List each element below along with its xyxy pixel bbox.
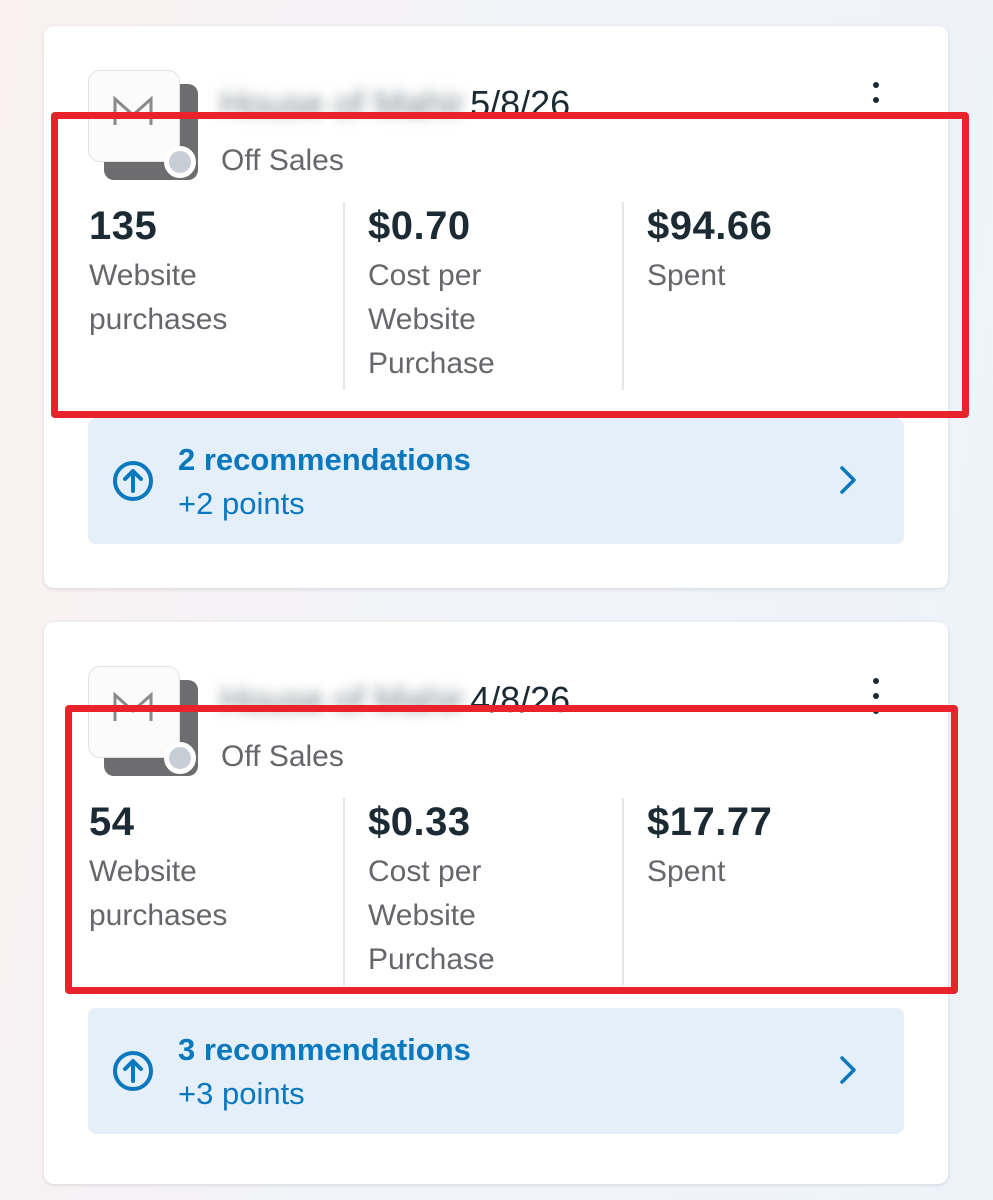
brand-logo-icon xyxy=(113,95,153,125)
campaign-card[interactable]: House of Mahir 5/8/26 Off Sales 135 Websi… xyxy=(44,26,948,588)
metric-divider xyxy=(343,202,345,390)
metric-cost-per-purchase: $0.70 Cost per Website Purchase xyxy=(368,202,628,386)
campaign-card[interactable]: House of Mahir 4/8/26 Off Sales 54 Websit… xyxy=(44,622,948,1184)
chevron-right-icon[interactable] xyxy=(838,1054,858,1086)
metric-label: Spent xyxy=(647,259,726,292)
recommendations-banner[interactable]: 3 recommendations +3 points xyxy=(88,1008,904,1134)
metric-spent: $17.77 Spent xyxy=(647,798,907,894)
campaign-header: House of Mahir 4/8/26 Off Sales xyxy=(44,622,948,782)
brand-logo-icon xyxy=(113,691,153,721)
campaign-name-blurred: House of Mahir xyxy=(220,83,465,124)
metric-divider xyxy=(622,202,624,390)
metric-divider xyxy=(343,798,345,986)
metric-value: $0.70 xyxy=(368,204,471,248)
metrics-row: 135 Website purchases $0.70 Cost per Web… xyxy=(44,202,948,392)
recommendations-title: 2 recommendations xyxy=(178,442,471,477)
arrow-up-circle-icon xyxy=(113,1051,153,1091)
metric-label: Spent xyxy=(647,855,726,888)
campaign-thumbnail[interactable] xyxy=(88,70,198,180)
metrics-row: 54 Website purchases $0.33 Cost per Webs… xyxy=(44,798,948,988)
recommendations-title: 3 recommendations xyxy=(178,1032,471,1067)
metric-value: $94.66 xyxy=(647,204,773,248)
metric-spent: $94.66 Spent xyxy=(647,202,907,298)
campaign-name-date: 5/8/26 xyxy=(470,83,571,124)
campaign-name[interactable]: House of Mahir 5/8/26 xyxy=(220,84,570,124)
metric-cost-per-purchase: $0.33 Cost per Website Purchase xyxy=(368,798,628,982)
metric-website-purchases: 135 Website purchases xyxy=(89,202,349,342)
delivery-status: Off Sales xyxy=(221,740,344,774)
objective-label: Sales xyxy=(268,144,344,177)
metric-value: $17.77 xyxy=(647,800,773,844)
status-dot-icon xyxy=(164,146,196,178)
campaign-name-date: 4/8/26 xyxy=(470,679,571,720)
thumbnail-image xyxy=(88,70,180,162)
status-label: Off xyxy=(221,144,261,177)
metric-label: Cost per Website Purchase xyxy=(368,259,495,380)
metric-divider xyxy=(622,798,624,986)
delivery-status: Off Sales xyxy=(221,144,344,178)
status-dot-icon xyxy=(164,742,196,774)
more-options-icon[interactable] xyxy=(864,674,888,718)
recommendations-banner[interactable]: 2 recommendations +2 points xyxy=(88,418,904,544)
recommendations-points: +3 points xyxy=(178,1076,305,1111)
metric-value: $0.33 xyxy=(368,800,471,844)
campaign-name[interactable]: House of Mahir 4/8/26 xyxy=(220,680,570,720)
metric-value: 135 xyxy=(89,204,158,248)
metric-value: 54 xyxy=(89,800,135,844)
metric-label: Website purchases xyxy=(89,855,228,932)
more-options-icon[interactable] xyxy=(864,78,888,122)
campaign-thumbnail[interactable] xyxy=(88,666,198,776)
arrow-up-circle-icon xyxy=(113,461,153,501)
recommendations-points: +2 points xyxy=(178,486,305,521)
status-label: Off xyxy=(221,740,261,773)
objective-label: Sales xyxy=(268,740,344,773)
chevron-right-icon[interactable] xyxy=(838,464,858,496)
thumbnail-image xyxy=(88,666,180,758)
campaign-name-blurred: House of Mahir xyxy=(220,679,465,720)
metric-label: Website purchases xyxy=(89,259,228,336)
campaign-header: House of Mahir 5/8/26 Off Sales xyxy=(44,26,948,186)
metric-website-purchases: 54 Website purchases xyxy=(89,798,349,938)
metric-label: Cost per Website Purchase xyxy=(368,855,495,976)
